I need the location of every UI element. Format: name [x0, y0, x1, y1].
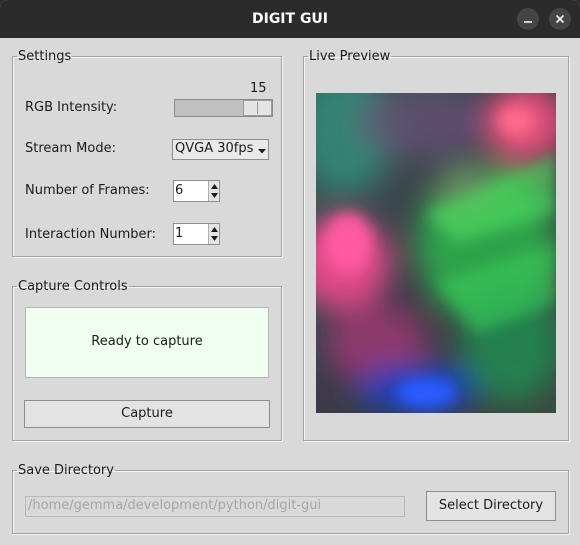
stream-mode-label: Stream Mode:	[25, 141, 116, 156]
directory-path-value: /home/gemma/development/python/digit-gui	[28, 498, 322, 513]
spin-arrows-icon	[211, 227, 218, 241]
chevron-down-icon	[258, 149, 266, 154]
capture-status-text: Ready to capture	[91, 334, 203, 349]
capture-button[interactable]: Capture	[24, 400, 270, 428]
live-preview-image	[316, 93, 556, 413]
settings-legend: Settings	[18, 49, 72, 64]
preview-legend: Live Preview	[309, 49, 391, 64]
capture-status-box: Ready to capture	[25, 307, 269, 378]
frames-spinbox[interactable]: 6	[173, 180, 220, 202]
save-directory-legend: Save Directory	[18, 463, 114, 478]
close-icon	[555, 14, 565, 24]
stream-mode-selected: QVGA 30fps	[175, 141, 254, 156]
title-bar: DIGIT GUI	[0, 0, 580, 38]
capture-legend: Capture Controls	[18, 279, 128, 294]
close-button[interactable]	[549, 8, 571, 30]
interaction-value: 1	[175, 226, 184, 241]
app-window: DIGIT GUI Settings RGB Intensity: 15 Str…	[0, 0, 580, 545]
slider-thumb[interactable]	[243, 100, 272, 116]
minimize-button[interactable]	[517, 8, 539, 30]
frames-spin-buttons[interactable]	[208, 181, 219, 201]
camera-frame-icon	[316, 93, 556, 413]
minimize-icon	[524, 21, 532, 23]
rgb-intensity-value: 15	[250, 81, 267, 96]
select-directory-button[interactable]: Select Directory	[426, 491, 556, 521]
window-title: DIGIT GUI	[251, 11, 329, 27]
interaction-spinbox[interactable]: 1	[173, 223, 220, 245]
interaction-spin-buttons[interactable]	[208, 224, 219, 244]
frames-value: 6	[175, 183, 184, 198]
stream-mode-select[interactable]: QVGA 30fps	[172, 139, 269, 160]
rgb-intensity-label: RGB Intensity:	[25, 100, 118, 115]
spin-arrows-icon	[211, 184, 218, 198]
frames-label: Number of Frames:	[25, 183, 150, 198]
directory-path-field[interactable]: /home/gemma/development/python/digit-gui	[25, 496, 405, 517]
interaction-label: Interaction Number:	[25, 227, 157, 242]
